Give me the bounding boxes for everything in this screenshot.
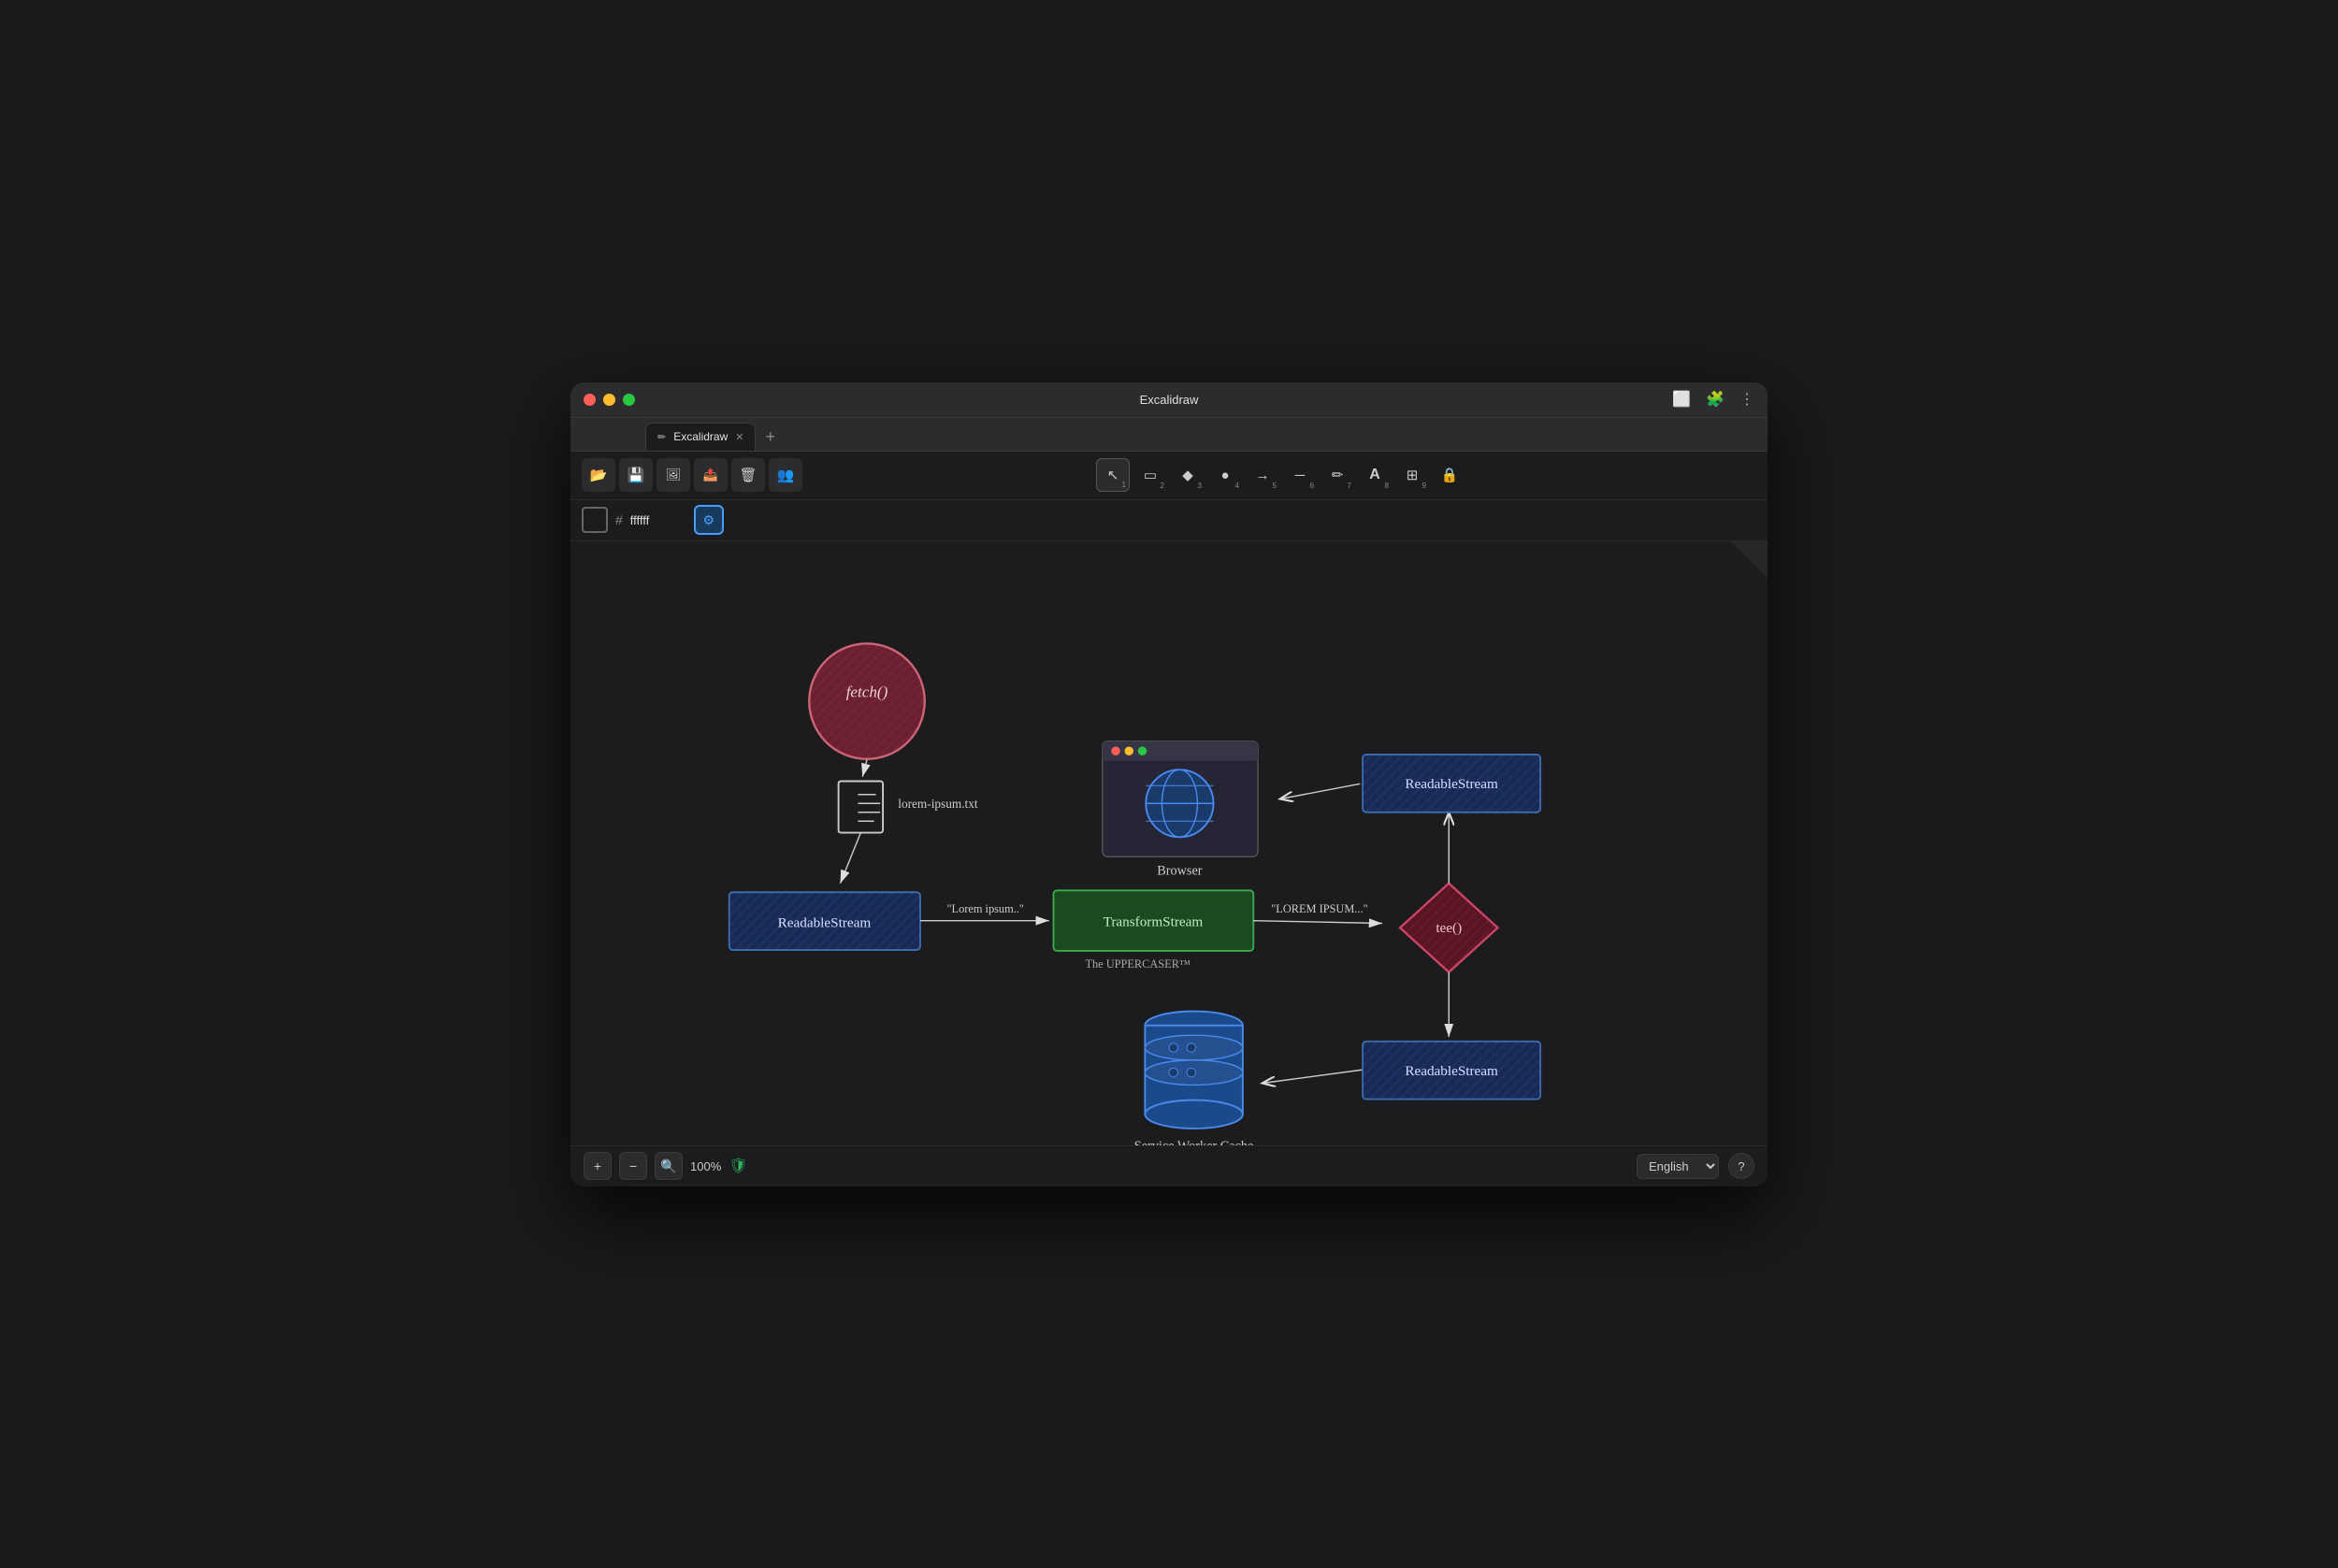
svg-text:"Lorem ipsum..": "Lorem ipsum.."	[947, 902, 1024, 915]
lock-tool[interactable]: 🔒	[1433, 458, 1466, 492]
image-icon: ⊞	[1407, 467, 1419, 483]
new-tab-button[interactable]: +	[759, 423, 781, 451]
traffic-lights	[570, 394, 635, 406]
arrow-tool[interactable]: → 5	[1246, 458, 1279, 492]
window-title: Excalidraw	[1140, 393, 1199, 407]
svg-text:lorem-ipsum.txt: lorem-ipsum.txt	[898, 797, 978, 811]
arrow-icon: →	[1256, 468, 1270, 483]
color-bar: # ⚙	[570, 500, 1768, 541]
line-tool[interactable]: ─ 6	[1283, 458, 1317, 492]
menu-icon[interactable]: ⋮	[1739, 390, 1754, 409]
tool-num: 9	[1422, 482, 1426, 490]
export-img-button[interactable]: 🖼	[657, 458, 690, 492]
tab-excalidraw[interactable]: ✏ Excalidraw ✕	[645, 423, 756, 451]
text-icon: A	[1369, 467, 1380, 483]
help-button[interactable]: ?	[1728, 1153, 1754, 1179]
toolbar-left: 📂 💾 🖼 📤 🗑 👥	[582, 458, 802, 492]
svg-text:The UPPERCASER™: The UPPERCASER™	[1085, 957, 1191, 971]
rectangle-tool[interactable]: ▭ 2	[1133, 458, 1167, 492]
rectangle-icon: ▭	[1144, 467, 1157, 483]
shield-icon: 🛡	[729, 1157, 747, 1175]
hash-symbol: #	[615, 512, 623, 527]
svg-text:Service Worker Cache: Service Worker Cache	[1134, 1138, 1254, 1144]
tool-num: 3	[1198, 482, 1202, 490]
tool-num: 4	[1235, 482, 1239, 490]
language-select[interactable]: English Français Deutsch Español	[1637, 1154, 1719, 1179]
canvas-area[interactable]: fetch() lorem-ipsum.txt ReadableStream "…	[570, 541, 1768, 1145]
maximize-button[interactable]	[623, 394, 635, 406]
zoom-level: 100%	[690, 1159, 721, 1173]
tool-num: 7	[1348, 482, 1351, 490]
tool-num: 8	[1385, 482, 1389, 490]
pencil-tool[interactable]: ✏ 7	[1321, 458, 1354, 492]
toolbar: 📂 💾 🖼 📤 🗑 👥 ↖ 1 ▭ 2 ◆ 3 ● 4	[570, 452, 1768, 500]
color-swatch[interactable]	[582, 507, 608, 533]
save-button[interactable]: 💾	[619, 458, 653, 492]
bottom-left: + − 🔍 100% 🛡	[584, 1152, 748, 1180]
tool-num: 5	[1273, 482, 1277, 490]
theme-toggle[interactable]: ⚙	[694, 505, 724, 535]
diamond-icon: ◆	[1182, 467, 1193, 483]
toolbar-center: ↖ 1 ▭ 2 ◆ 3 ● 4 → 5 ─ 6	[806, 458, 1756, 492]
tool-num: 1	[1122, 481, 1126, 489]
svg-text:ReadableStream: ReadableStream	[778, 914, 872, 930]
lock-icon: 🔒	[1441, 467, 1459, 483]
puzzle-icon[interactable]: 🧩	[1706, 390, 1725, 409]
export-button[interactable]: 📤	[694, 458, 728, 492]
svg-text:ReadableStream: ReadableStream	[1405, 776, 1498, 792]
bottom-right: English Français Deutsch Español ?	[1637, 1153, 1754, 1179]
image-tool[interactable]: ⊞ 9	[1395, 458, 1429, 492]
svg-text:TransformStream: TransformStream	[1104, 913, 1204, 929]
zoom-out-button[interactable]: −	[619, 1152, 647, 1180]
tab-bar: ✏ Excalidraw ✕ +	[570, 418, 1768, 452]
close-button[interactable]	[584, 394, 596, 406]
ellipse-icon: ●	[1220, 468, 1229, 483]
mac-window: Excalidraw ⬜ 🧩 ⋮ ✏ Excalidraw ✕ + 📂 💾 🖼 …	[570, 382, 1768, 1187]
new-doc-icon[interactable]: ⬜	[1672, 390, 1691, 409]
color-input[interactable]	[630, 513, 686, 527]
diagram-svg: fetch() lorem-ipsum.txt ReadableStream "…	[570, 541, 1768, 1145]
line-icon: ─	[1295, 468, 1306, 483]
bottom-bar: + − 🔍 100% 🛡 English Français Deutsch Es…	[570, 1145, 1768, 1187]
collab-button[interactable]: 👥	[769, 458, 802, 492]
svg-text:tee(): tee()	[1436, 920, 1462, 936]
minimize-button[interactable]	[603, 394, 615, 406]
pencil-icon: ✏	[1332, 467, 1344, 483]
text-tool[interactable]: A 8	[1358, 458, 1392, 492]
select-icon: ↖	[1107, 467, 1119, 483]
diamond-tool[interactable]: ◆ 3	[1171, 458, 1205, 492]
svg-text:fetch(): fetch()	[846, 683, 888, 700]
open-button[interactable]: 📂	[582, 458, 615, 492]
select-tool[interactable]: ↖ 1	[1096, 458, 1130, 492]
svg-text:Browser: Browser	[1157, 863, 1203, 878]
fit-view-button[interactable]: 🔍	[655, 1152, 683, 1180]
title-right-icons: ⬜ 🧩 ⋮	[1672, 390, 1754, 409]
svg-text:ReadableStream: ReadableStream	[1405, 1062, 1498, 1078]
tab-label: Excalidraw	[673, 430, 728, 443]
tab-favicon: ✏	[657, 431, 666, 443]
tab-close-button[interactable]: ✕	[735, 431, 743, 443]
tool-num: 6	[1310, 482, 1314, 490]
ellipse-tool[interactable]: ● 4	[1208, 458, 1242, 492]
tool-num: 2	[1161, 482, 1164, 490]
zoom-in-button[interactable]: +	[584, 1152, 612, 1180]
title-bar: Excalidraw ⬜ 🧩 ⋮	[570, 382, 1768, 418]
svg-text:"LOREM IPSUM...": "LOREM IPSUM..."	[1271, 902, 1367, 915]
delete-button[interactable]: 🗑	[731, 458, 765, 492]
